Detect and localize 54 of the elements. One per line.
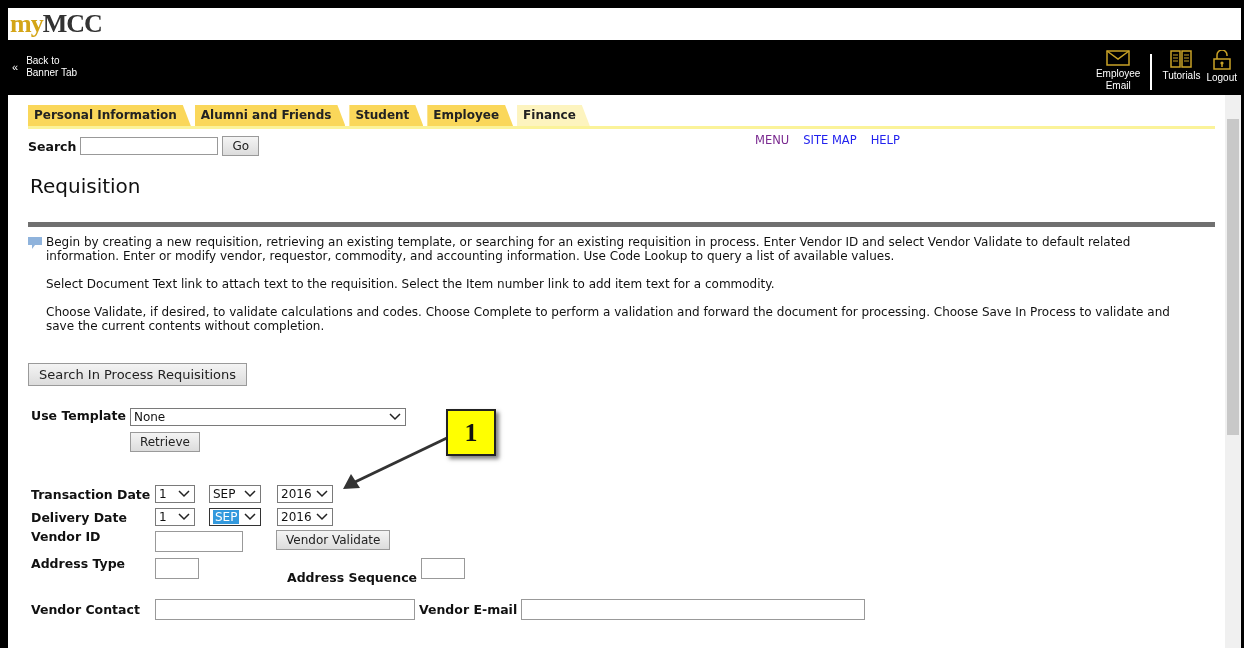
field-label: Address Sequence	[287, 570, 418, 585]
callout-number: 1	[446, 409, 496, 456]
vendor-contact-field[interactable]	[155, 599, 415, 620]
field-label: Vendor Contact	[31, 602, 141, 617]
date-select[interactable]: 2016	[277, 508, 333, 526]
instruction-text: Choose Validate, if desired, to validate calculations and codes. Choose Complete to perform a validation and forward the document for processing. Choose Save In Process to validate and save the current contents without completion.	[46, 305, 1171, 333]
search-in-process-button[interactable]: Search In Process Requisitions	[28, 363, 248, 386]
book-icon	[1170, 49, 1193, 68]
search-label: Search	[28, 138, 77, 154]
padlock-icon	[1212, 49, 1231, 70]
chevron-icon	[244, 513, 256, 521]
go-button[interactable]: Go	[222, 136, 260, 156]
logout-link[interactable]: Logout	[1206, 49, 1237, 84]
address-sequence-field[interactable]	[421, 558, 466, 579]
instruction-text: Begin by creating a new requisition, retrieving an existing template, or searching for an existing requisition in process. Enter Vendor ID and select Vendor Validate to default related information. Enter or modify vendor, requestor, commodity, and accounting information. Use Code Lookup to query a list of available values.	[46, 235, 1132, 263]
field-label: Transaction Date	[31, 486, 152, 502]
date-select[interactable]: 1	[155, 485, 195, 503]
date-select[interactable]: SEP	[209, 485, 261, 503]
chevron-icon	[178, 490, 190, 498]
vendor-validate-button[interactable]: Vendor Validate	[276, 530, 391, 550]
field-label: Use Template	[31, 408, 126, 423]
field-label: Vendor ID	[31, 529, 102, 544]
chevron-icon	[388, 413, 401, 421]
scrollbar[interactable]	[1225, 95, 1241, 648]
search-field[interactable]	[80, 137, 219, 155]
address-type-field[interactable]	[155, 558, 199, 579]
speech-bubble-icon	[28, 237, 42, 249]
chevron-icon	[316, 490, 328, 498]
email-link[interactable]: Employee Email	[1095, 49, 1141, 92]
logo: myMCC	[10, 9, 102, 39]
template-select[interactable]: None	[129, 408, 406, 426]
nav-link[interactable]: HELP	[870, 133, 900, 147]
nav-tab[interactable]: Employee	[427, 105, 514, 126]
nav-tab[interactable]: Finance	[517, 105, 590, 126]
field-label: Address Type	[31, 556, 127, 571]
field-label: Vendor E-mail	[419, 602, 518, 617]
page-title: Requisition	[30, 174, 142, 198]
nav-link[interactable]: SITE MAP	[803, 133, 857, 147]
tutorials-link[interactable]: Tutorials	[1162, 49, 1201, 82]
nav-link[interactable]: MENU	[755, 133, 790, 147]
nav-tab[interactable]: Alumni and Friends	[194, 105, 346, 126]
instruction-text: Select Document Text link to attach text to the requisition. Select the Item number link to add item text for a commodity.	[46, 277, 776, 291]
date-select[interactable]: 2016	[277, 485, 333, 503]
envelope-icon	[1106, 49, 1131, 66]
nav-tab[interactable]: Personal Information	[28, 105, 191, 126]
vendor-id-field[interactable]	[155, 531, 243, 552]
chevron-icon	[316, 513, 328, 521]
chevron-icon	[178, 513, 190, 521]
vendor-email-field[interactable]	[521, 599, 866, 620]
field-label: Delivery Date	[31, 509, 128, 525]
nav-tab[interactable]: Student	[349, 105, 424, 126]
date-select[interactable]: 1	[155, 508, 195, 526]
chevron-icon	[244, 490, 256, 498]
retrieve-button[interactable]: Retrieve	[129, 432, 200, 452]
